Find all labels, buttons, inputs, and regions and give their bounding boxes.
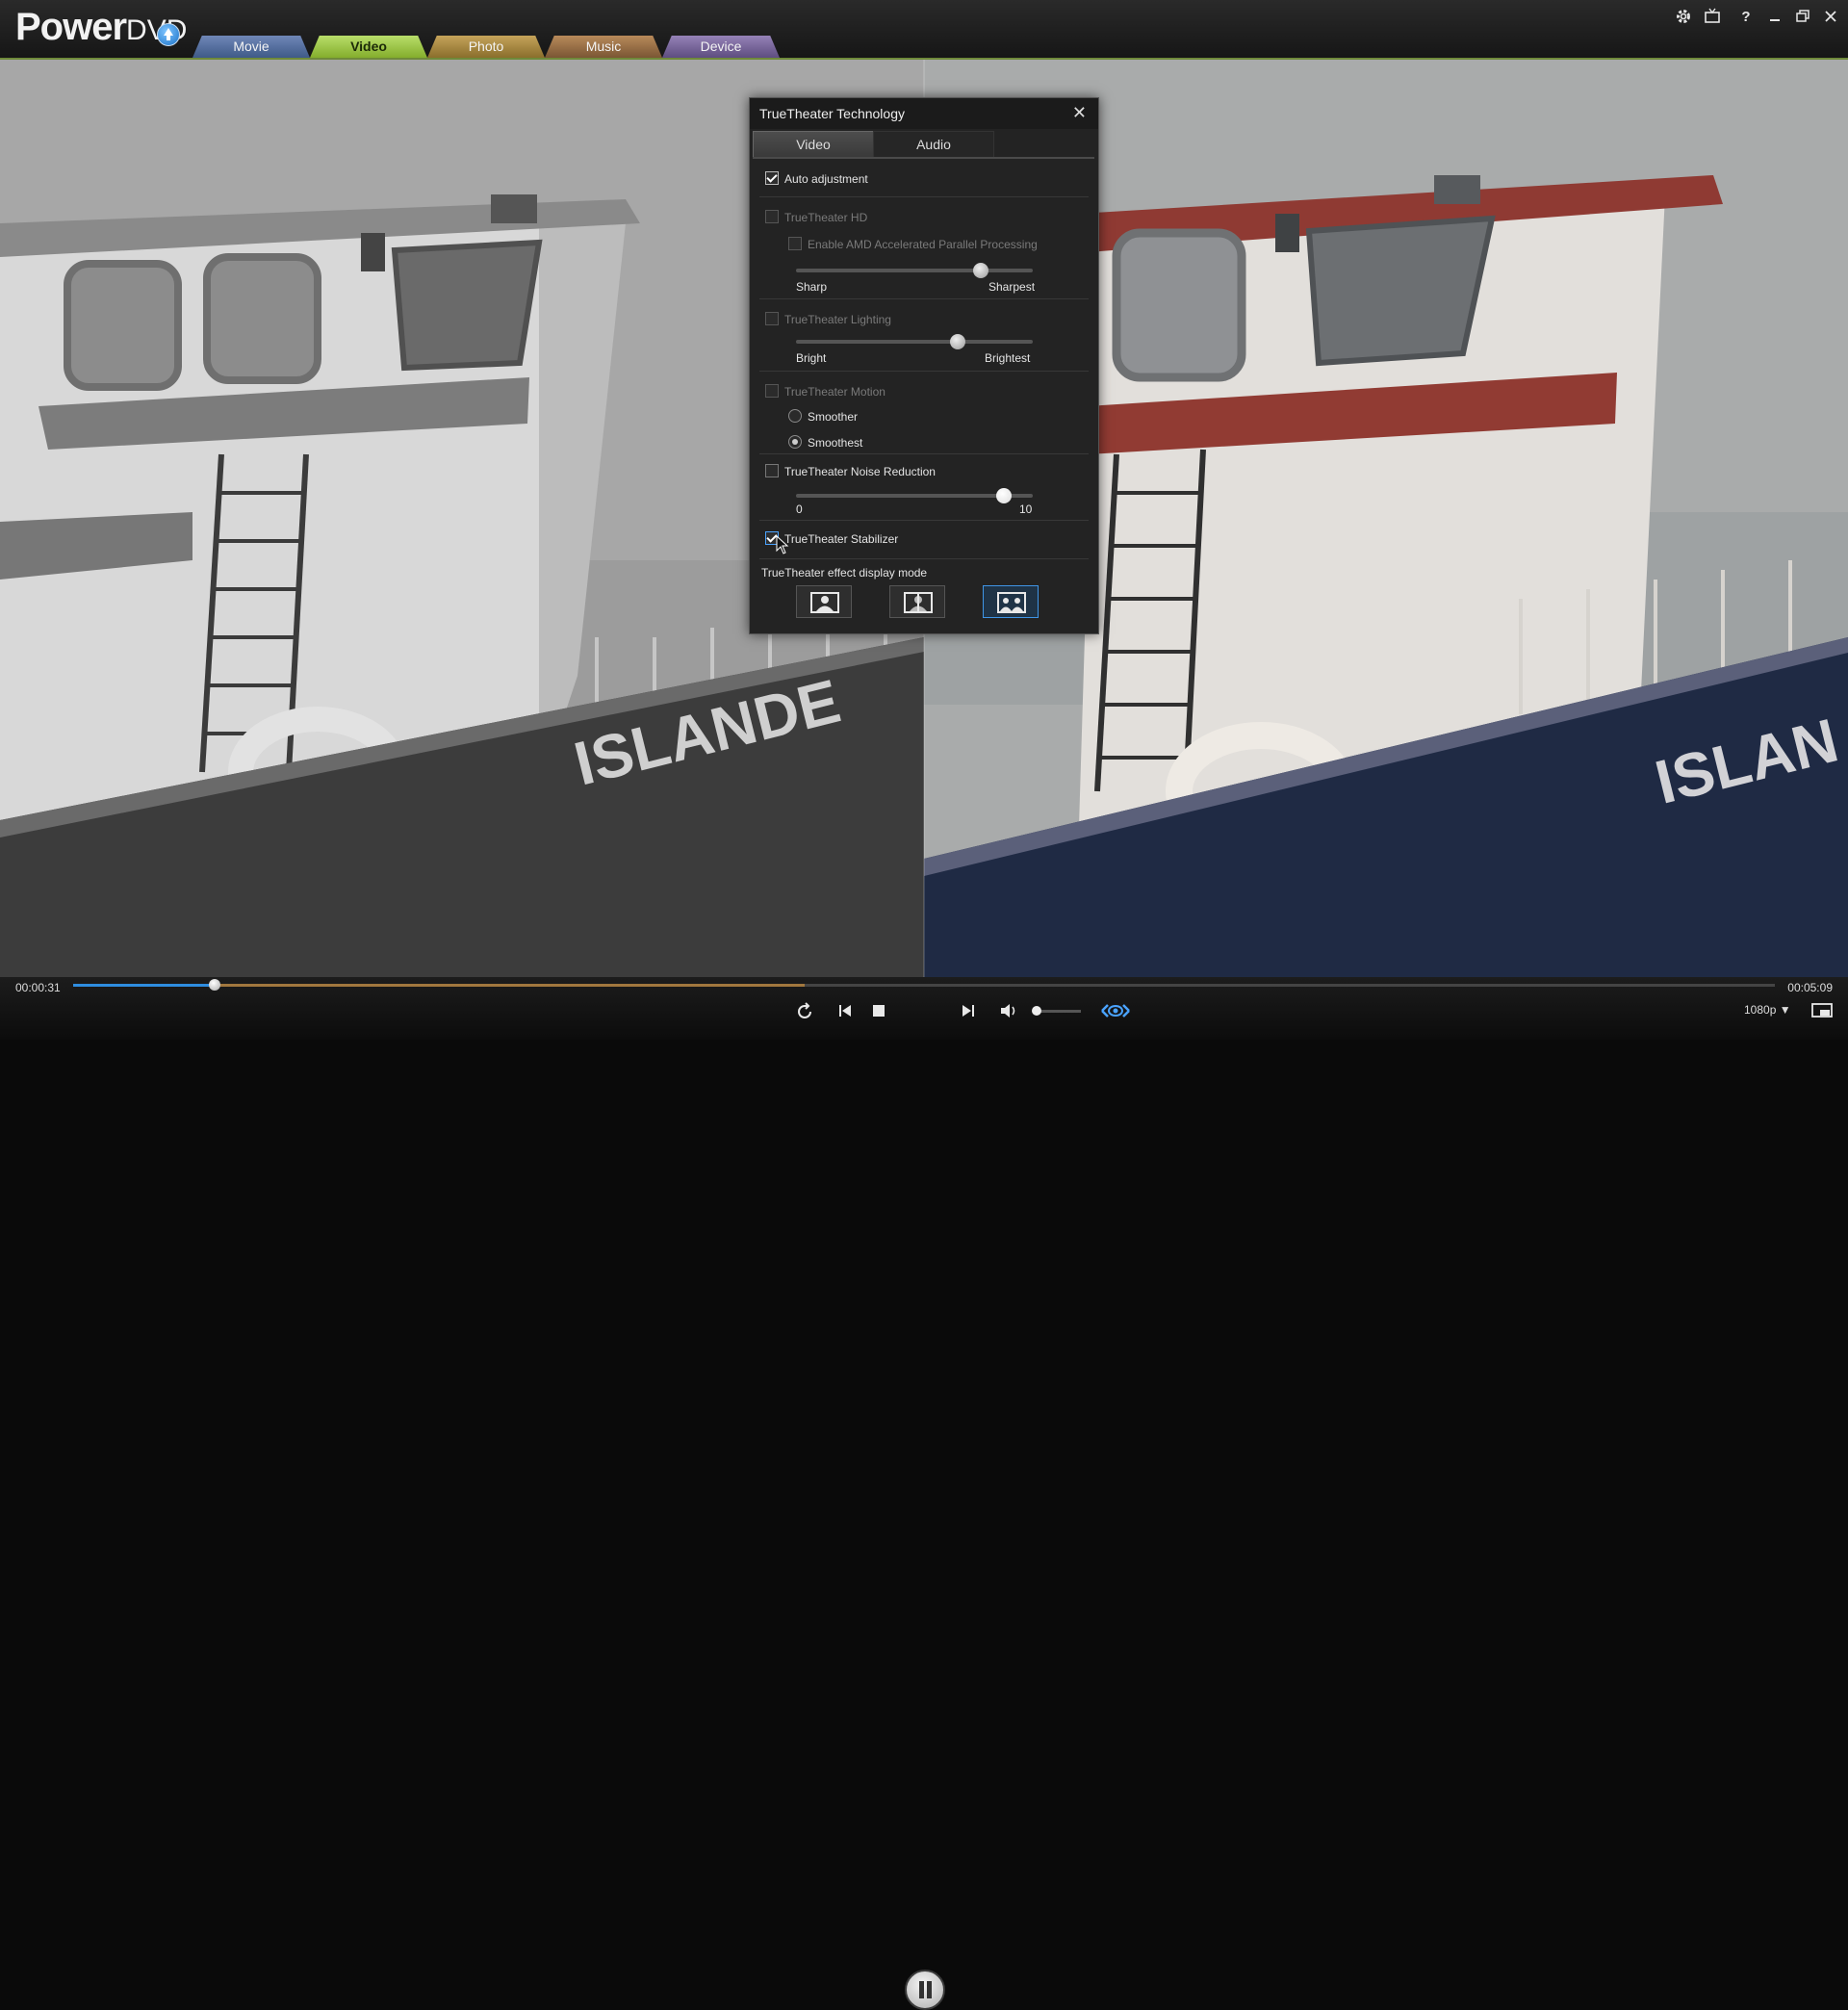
truetheater-dialog: TrueTheater Technology ✕ Video Audio Aut… xyxy=(749,97,1099,634)
auto-adjustment-label: Auto adjustment xyxy=(784,172,868,186)
seek-thumb[interactable] xyxy=(208,979,220,991)
motion-smoothest-label: Smoothest xyxy=(808,436,863,450)
tab-movie[interactable]: Movie xyxy=(192,36,310,58)
noise-max-label: 10 xyxy=(1019,502,1033,516)
total-time: 00:05:09 xyxy=(1787,981,1833,994)
display-mode-side-by-side-button[interactable] xyxy=(983,585,1039,618)
chevron-down-icon: ▼ xyxy=(1779,1003,1791,1017)
divider xyxy=(759,371,1089,372)
truetheater-lighting-checkbox[interactable] xyxy=(765,312,779,325)
truetheater-lighting-label: TrueTheater Lighting xyxy=(784,313,891,326)
upgrade-icon[interactable] xyxy=(157,23,180,46)
display-mode-split-button[interactable] xyxy=(889,585,945,618)
truetheater-motion-label: TrueTheater Motion xyxy=(784,385,886,399)
auto-adjustment-checkbox[interactable] xyxy=(765,171,779,185)
sharpest-label: Sharpest xyxy=(988,280,1036,294)
truetheater-hd-label: TrueTheater HD xyxy=(784,211,868,224)
pause-button[interactable] xyxy=(905,1970,945,2010)
display-mode-label: TrueTheater effect display mode xyxy=(761,566,928,580)
divider xyxy=(759,196,1089,197)
dialog-title: TrueTheater Technology xyxy=(759,106,905,121)
close-icon[interactable] xyxy=(1821,8,1840,27)
truetheater-eye-icon xyxy=(1101,1004,1130,1018)
display-switch-button[interactable] xyxy=(1810,1002,1835,1027)
brightest-label: Brightest xyxy=(985,351,1031,365)
display-mode-full-button[interactable] xyxy=(796,585,852,618)
truetheater-button[interactable] xyxy=(1099,1002,1132,1027)
lighting-slider[interactable] xyxy=(796,334,1033,349)
tab-music[interactable]: Music xyxy=(545,36,662,58)
dialog-tab-underline xyxy=(753,157,1094,159)
tab-photo[interactable]: Photo xyxy=(427,36,545,58)
volume-slider[interactable] xyxy=(1032,1006,1081,1016)
truetheater-motion-checkbox[interactable] xyxy=(765,384,779,398)
divider xyxy=(759,298,1089,299)
truetheater-hd-checkbox[interactable] xyxy=(765,210,779,223)
title-bar: PowerDVD Movie Video Photo Music Device … xyxy=(0,0,1848,60)
motion-smoother-radio[interactable] xyxy=(788,409,802,423)
sharpness-slider-thumb[interactable] xyxy=(973,263,988,278)
amd-app-label: Enable AMD Accelerated Parallel Processi… xyxy=(808,238,1038,251)
restore-icon[interactable] xyxy=(1793,8,1812,27)
monitor-icon xyxy=(1811,1003,1833,1018)
repeat-icon xyxy=(798,1002,811,1018)
volume-button[interactable] xyxy=(996,1002,1021,1027)
noise-reduction-slider[interactable] xyxy=(796,488,1033,503)
playback-bar: 00:00:31 00:05:09 xyxy=(0,977,1848,2010)
dialog-header: TrueTheater Technology ✕ xyxy=(750,98,1098,129)
tv-icon[interactable] xyxy=(1703,8,1722,27)
minimize-icon[interactable] xyxy=(1765,8,1784,27)
noise-reduction-checkbox[interactable] xyxy=(765,464,779,477)
seek-progress xyxy=(73,984,215,987)
amd-app-checkbox[interactable] xyxy=(788,237,802,250)
skip-forward-icon xyxy=(962,1005,974,1017)
split-view-icon xyxy=(904,592,933,613)
sharp-label: Sharp xyxy=(796,280,828,294)
noise-reduction-slider-thumb[interactable] xyxy=(996,488,1012,503)
motion-smoother-label: Smoother xyxy=(808,410,859,424)
mouse-cursor-icon xyxy=(776,535,789,554)
elapsed-time: 00:00:31 xyxy=(15,981,61,994)
dialog-tab-video[interactable]: Video xyxy=(753,131,874,158)
noise-reduction-label: TrueTheater Noise Reduction xyxy=(784,465,936,478)
lighting-slider-thumb[interactable] xyxy=(950,334,965,349)
divider xyxy=(759,520,1089,521)
stabilizer-label: TrueTheater Stabilizer xyxy=(784,532,899,546)
seek-bar[interactable] xyxy=(73,979,1775,991)
next-button[interactable] xyxy=(956,1002,981,1027)
divider xyxy=(759,558,1089,559)
motion-smoothest-radio[interactable] xyxy=(788,435,802,449)
dialog-tab-audio[interactable]: Audio xyxy=(873,131,994,158)
bright-label: Bright xyxy=(796,351,827,365)
side-by-side-view-icon xyxy=(997,592,1026,613)
full-view-icon xyxy=(810,592,839,613)
resolution-value: 1080p xyxy=(1744,1003,1777,1017)
repeat-button[interactable] xyxy=(792,1002,817,1027)
sharpness-slider[interactable] xyxy=(796,263,1033,278)
stop-icon xyxy=(873,1005,885,1017)
stop-button[interactable] xyxy=(866,1002,891,1027)
resolution-select[interactable]: 1080p ▼ xyxy=(1744,1003,1791,1017)
help-icon[interactable]: ? xyxy=(1736,8,1756,27)
skip-back-icon xyxy=(839,1005,851,1017)
dialog-close-icon[interactable]: ✕ xyxy=(1072,103,1087,123)
speaker-icon xyxy=(1001,1004,1015,1018)
gear-icon[interactable] xyxy=(1674,8,1693,27)
divider xyxy=(759,453,1089,454)
previous-button[interactable] xyxy=(833,1002,858,1027)
tab-video[interactable]: Video xyxy=(310,36,427,58)
noise-min-label: 0 xyxy=(796,502,803,516)
tab-device[interactable]: Device xyxy=(662,36,780,58)
